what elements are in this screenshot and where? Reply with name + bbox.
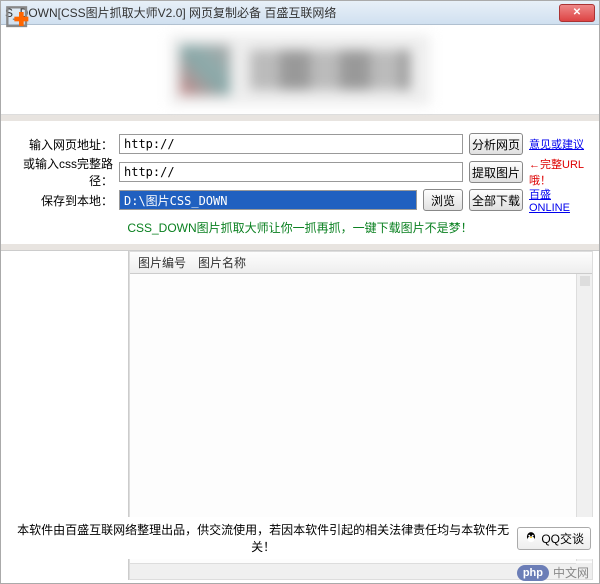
download-all-button[interactable]: 全部下载 [469,189,523,211]
browse-button[interactable]: 浏览 [423,189,463,211]
app-window: S_DOWN[CSS图片抓取大师V2.0] 网页复制必备 百盛互联网络 ✕ 输入… [0,0,600,584]
css-input[interactable] [119,162,463,182]
overlay-add-icon [5,5,33,33]
banner-area [1,25,599,115]
qq-icon [524,531,538,545]
url-label: 输入网页地址： [9,136,119,153]
col-name: 图片名称 [198,254,246,271]
slogan-text: CSS_DOWN图片抓取大师让你一抓再抓，一键下载图片不是梦！ [1,215,599,236]
list-header: 图片编号 图片名称 [130,252,592,274]
footer-text: 本软件由百盛互联网络整理出品，供交流使用，若因本软件引起的相关法律责任均与本软件… [9,521,517,555]
url-input[interactable] [119,134,463,154]
watermark: php 中文网 [517,564,589,581]
online-link[interactable]: 百盛ONLINE [529,186,591,214]
col-id: 图片编号 [138,254,198,271]
close-button[interactable]: ✕ [559,4,595,22]
feedback-link[interactable]: 意见或建议 [529,136,591,152]
analyze-button[interactable]: 分析网页 [469,133,523,155]
css-label: 或输入css完整路径： [9,155,119,189]
qq-chat-button[interactable]: QQ交谈 [517,527,591,550]
window-title: S_DOWN[CSS图片抓取大师V2.0] 网页复制必备 百盛互联网络 [5,4,559,21]
watermark-text: 中文网 [553,564,589,581]
php-logo: php [517,565,549,581]
close-icon: ✕ [573,7,581,18]
banner-image [170,35,430,105]
save-label: 保存到本地： [9,192,119,209]
save-path-input[interactable] [119,190,417,210]
form-area: 输入网页地址： 分析网页 意见或建议 或输入css完整路径： 提取图片 ←完整U… [1,115,599,250]
qq-label: QQ交谈 [541,530,584,547]
url-note: ←完整URL哦！ [529,156,591,188]
titlebar: S_DOWN[CSS图片抓取大师V2.0] 网页复制必备 百盛互联网络 ✕ [1,1,599,25]
footer: 本软件由百盛互联网络整理出品，供交流使用，若因本软件引起的相关法律责任均与本软件… [1,517,599,559]
extract-button[interactable]: 提取图片 [469,161,523,183]
scrollbar-horizontal[interactable] [130,563,576,579]
